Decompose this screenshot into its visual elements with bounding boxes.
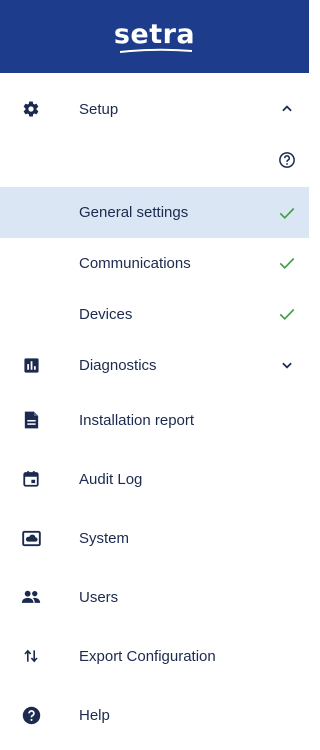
sidebar-item-label: Export Configuration	[79, 647, 216, 665]
sidebar-item-label: Setup	[79, 100, 119, 118]
cloud-screen-icon	[21, 528, 41, 548]
sidebar-item-label: Help	[79, 706, 110, 724]
bar-chart-icon	[21, 355, 41, 375]
sidebar-item-communications[interactable]: Communications	[0, 251, 309, 275]
sidebar-item-devices[interactable]: Devices	[0, 302, 309, 326]
sidebar-item-label: Diagnostics	[79, 356, 157, 374]
sidebar-item-diagnostics[interactable]: Diagnostics	[0, 353, 309, 377]
swap-vertical-icon	[21, 646, 41, 666]
sidebar-item-label: Communications	[79, 254, 191, 272]
sidebar-item-label: System	[79, 529, 130, 547]
check-icon	[277, 203, 297, 223]
chevron-down-icon[interactable]	[277, 355, 297, 375]
sidebar-item-export-configuration[interactable]: Export Configuration	[0, 644, 309, 668]
sidebar-item-label: Audit Log	[79, 470, 143, 488]
check-icon	[277, 253, 297, 273]
setra-logo: setra	[113, 19, 196, 50]
gear-icon	[21, 99, 41, 119]
sidebar-item-users[interactable]: Users	[0, 585, 309, 609]
sidebar-item-general-settings[interactable]: General settings	[0, 187, 309, 238]
sidebar-item-installation-report[interactable]: Installation report	[0, 408, 309, 432]
logo-swoosh-icon	[119, 48, 193, 53]
sidebar-item-label: Devices	[79, 305, 133, 323]
question-circle-icon[interactable]	[277, 150, 297, 170]
sidebar-item-label: General settings	[79, 204, 189, 221]
sidebar-item-system[interactable]: System	[0, 526, 309, 550]
chevron-up-icon[interactable]	[277, 99, 297, 119]
sidebar-item-label: Installation report	[79, 411, 195, 429]
sidebar-item-audit-log[interactable]: Audit Log	[0, 467, 309, 491]
sidebar-item-setup[interactable]: Setup	[0, 97, 309, 121]
sidebar-item-help[interactable]: Help	[0, 703, 309, 727]
app-header: setra	[0, 0, 309, 73]
people-icon	[21, 587, 41, 607]
calendar-icon	[21, 469, 41, 489]
setup-help-row	[0, 148, 309, 172]
check-icon	[277, 304, 297, 324]
help-circle-icon	[21, 705, 41, 725]
sidebar-item-label: Users	[79, 588, 119, 606]
document-icon	[21, 410, 41, 430]
